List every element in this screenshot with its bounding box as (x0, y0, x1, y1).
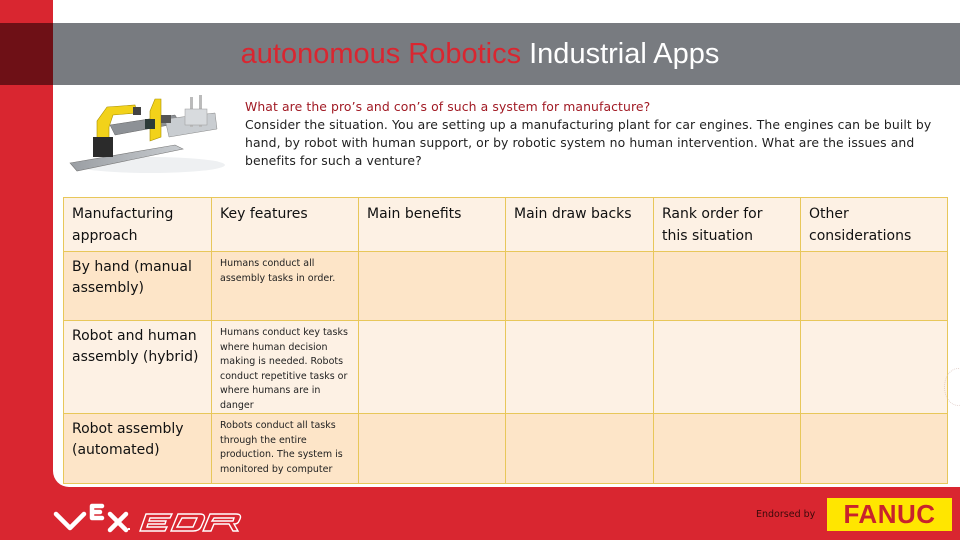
drawbacks-cell[interactable] (505, 320, 654, 414)
table-row: By hand (manual assembly) Humans conduct… (63, 251, 948, 321)
intro-text: What are the pro’s and con’s of such a s… (245, 98, 955, 170)
approach-cell: Robot assembly (automated) (63, 413, 212, 484)
header-main-drawbacks: Main draw backs (505, 197, 654, 252)
robot-assembly-line-image (69, 95, 225, 173)
title-rest: Industrial Apps (529, 37, 720, 70)
rank-cell[interactable] (653, 251, 801, 321)
table-row: Robot and human assembly (hybrid) Humans… (63, 320, 948, 414)
approach-cell: Robot and human assembly (hybrid) (63, 320, 212, 414)
header-main-benefits: Main benefits (358, 197, 506, 252)
vex-logo-icon (53, 503, 129, 533)
benefits-cell[interactable] (358, 251, 506, 321)
page-title: autonomous Robotics Industrial Apps (0, 23, 960, 85)
features-cell: Robots conduct all tasks through the ent… (211, 413, 359, 484)
drawbacks-cell[interactable] (505, 251, 654, 321)
fanuc-logo: FANUC (827, 498, 952, 531)
drawbacks-cell[interactable] (505, 413, 654, 484)
table-header-row: Manufacturing approach Key features Main… (63, 197, 948, 252)
vex-edr-logo (53, 503, 242, 533)
other-cell[interactable] (800, 320, 948, 414)
header-rank-order: Rank order for this situation (653, 197, 801, 252)
table-row: Robot assembly (automated) Robots conduc… (63, 413, 948, 484)
benefits-cell[interactable] (358, 320, 506, 414)
header-other-considerations: Other considerations (800, 197, 948, 252)
comparison-table: Manufacturing approach Key features Main… (63, 197, 948, 484)
other-cell[interactable] (800, 413, 948, 484)
other-cell[interactable] (800, 251, 948, 321)
approach-cell: By hand (manual assembly) (63, 251, 212, 321)
intro-question: What are the pro’s and con’s of such a s… (245, 99, 651, 114)
intro-scenario: Consider the situation. You are setting … (245, 117, 932, 168)
header-manufacturing-approach: Manufacturing approach (63, 197, 212, 252)
header-key-features: Key features (211, 197, 359, 252)
rank-cell[interactable] (653, 320, 801, 414)
title-highlight: autonomous Robotics (240, 37, 522, 70)
edr-logo-icon (139, 513, 242, 532)
benefits-cell[interactable] (358, 413, 506, 484)
endorsed-by-label: Endorsed by (756, 509, 816, 520)
features-cell: Humans conduct all assembly tasks in ord… (211, 251, 359, 321)
features-cell: Humans conduct key tasks where human dec… (211, 320, 359, 414)
rank-cell[interactable] (653, 413, 801, 484)
